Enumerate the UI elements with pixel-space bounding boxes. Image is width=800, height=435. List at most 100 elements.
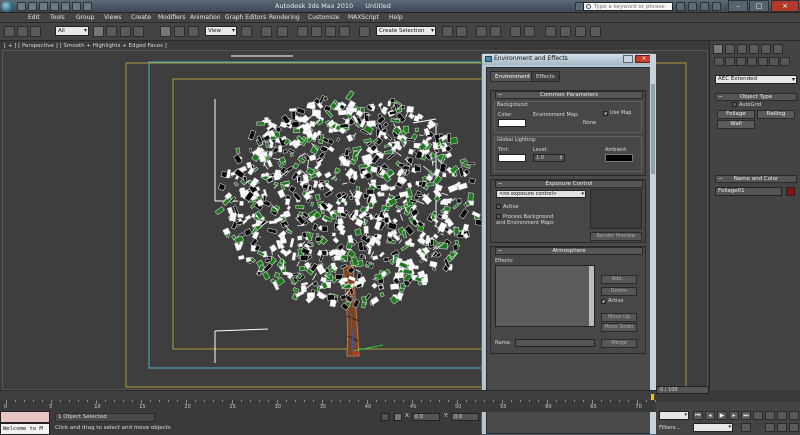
hierarchy-tab-icon[interactable] [737,44,747,54]
dialog-minimize-button[interactable] [623,55,633,63]
menu-views[interactable]: Views [104,14,121,21]
open-file-icon[interactable] [28,2,37,11]
select-link-icon[interactable] [4,26,15,37]
named-selection-dropdown[interactable]: Create Selection [376,26,436,36]
min-max-toggle-icon[interactable] [789,423,799,432]
add-effect-button[interactable]: Add... [601,275,637,284]
zoom-viewport-icon[interactable] [753,411,763,420]
select-by-name-icon[interactable] [106,26,117,37]
lights-icon[interactable] [736,57,746,66]
pan-viewport-icon[interactable] [765,411,775,420]
track-bar[interactable]: 0 5 10 15 20 25 30 35 40 45 50 55 60 65 70 [0,400,657,412]
cameras-icon[interactable] [747,57,757,66]
exposure-active-checkbox[interactable]: Active [496,204,518,210]
object-type-rollout[interactable]: Object Type [715,93,797,101]
play-icon[interactable]: ▶ [717,411,727,420]
tab-effects[interactable]: Effects [531,71,560,82]
walk-through-icon[interactable] [777,423,787,432]
effect-name-field[interactable] [515,339,595,347]
effects-list-scrollbar[interactable] [589,266,594,326]
x-coordinate-field[interactable]: 0.0 [412,413,440,421]
dialog-scroll-thumb[interactable] [651,84,655,174]
use-map-checkbox[interactable]: Use Map [603,110,631,116]
go-to-start-icon[interactable]: ⏮ [693,411,703,420]
key-filters-button[interactable]: Filters... [659,425,681,431]
search-input[interactable]: Type a keyword or phrase [583,2,673,11]
maximize-viewport-icon[interactable] [789,411,799,420]
foliage-button[interactable]: Foliage [717,110,755,119]
selection-lock-icon[interactable] [381,413,389,421]
close-button[interactable]: × [771,0,799,12]
rectangular-selection-icon[interactable] [120,26,131,37]
process-background-checkbox[interactable]: Process Background and Environment Maps [496,214,556,226]
communication-center-icon[interactable] [688,2,697,11]
current-frame-field[interactable] [693,423,733,432]
object-color-swatch[interactable] [786,187,795,196]
environment-map-button[interactable]: None [583,120,596,126]
snaps-toggle-icon[interactable] [297,26,308,37]
delete-effect-button[interactable]: Delete [601,287,637,296]
render-setup-icon[interactable] [560,26,571,37]
quick-access-dropdown-icon[interactable] [83,2,92,11]
menu-edit[interactable]: Edit [28,14,40,21]
menu-graph-editors[interactable]: Graph Editors [225,14,266,21]
select-and-scale-icon[interactable] [188,26,199,37]
helpers-icon[interactable] [758,57,768,66]
window-crossing-icon[interactable] [133,26,144,37]
time-slider[interactable]: 0 / 100 [656,386,709,394]
object-name-field[interactable]: Foliage01 [715,187,782,196]
menu-tools[interactable]: Tools [50,14,65,21]
move-down-button[interactable]: Move Down [601,323,637,332]
menu-rendering[interactable]: Rendering [269,14,300,21]
menu-group[interactable]: Group [76,14,94,21]
favorites-star-icon[interactable] [700,2,709,11]
viewport-label[interactable]: [ + ] [ Perspective ] [ Smooth + Highlig… [4,43,167,49]
level-spinner[interactable]: 1.0 [533,154,565,162]
maximize-button[interactable]: □ [749,0,769,12]
atmosphere-active-checkbox[interactable]: Active [601,298,623,304]
search-go-icon[interactable] [676,2,685,11]
help-icon[interactable] [712,2,721,11]
spinner-snap-icon[interactable] [339,26,350,37]
geometry-icon[interactable] [714,57,724,66]
autogrid-checkbox[interactable]: AutoGrid [732,102,761,108]
systems-icon[interactable] [780,57,790,66]
menu-create[interactable]: Create [131,14,151,21]
project-folder-icon[interactable] [72,2,81,11]
undo-icon[interactable] [50,2,59,11]
wall-button[interactable]: Wall [717,120,755,129]
atmosphere-rollout[interactable]: Atmosphere [495,247,643,255]
select-manipulate-icon[interactable] [261,26,272,37]
maxscript-listener-output[interactable]: Welcome to M [0,423,50,435]
menu-help[interactable]: Help [389,14,403,21]
absolute-mode-icon[interactable] [394,413,402,421]
tab-environment[interactable]: Environment [490,71,536,82]
space-warps-icon[interactable] [769,57,779,66]
curve-editor-icon[interactable] [510,26,521,37]
menu-animation[interactable]: Animation [190,14,221,21]
angle-snap-icon[interactable] [311,26,322,37]
create-tab-icon[interactable] [713,44,723,54]
menu-maxscript[interactable]: MAXScript [348,14,379,21]
ambient-color-swatch[interactable] [605,154,633,162]
mirror-icon[interactable] [442,26,453,37]
dialog-scrollbar[interactable] [650,54,656,434]
time-configuration-icon[interactable] [741,423,751,432]
utilities-tab-icon[interactable] [773,44,783,54]
layer-manager-icon[interactable] [476,26,487,37]
new-file-icon[interactable] [17,2,26,11]
material-editor-icon[interactable] [545,26,556,37]
unlink-icon[interactable] [17,26,28,37]
category-dropdown[interactable]: AEC Extended [715,75,797,84]
selection-filter-dropdown[interactable]: All [55,26,89,36]
display-tab-icon[interactable] [761,44,771,54]
bind-space-warp-icon[interactable] [30,26,41,37]
reference-coordinate-dropdown[interactable]: View [205,26,237,36]
edit-named-selection-icon[interactable] [359,26,370,37]
render-preview-button[interactable]: Render Preview [590,232,642,241]
redo-icon[interactable] [61,2,70,11]
merge-button[interactable]: Merge [601,339,637,348]
keyboard-shortcut-icon[interactable] [277,26,288,37]
y-coordinate-field[interactable]: 0.0 [451,413,479,421]
move-up-button[interactable]: Move Up [601,313,637,322]
